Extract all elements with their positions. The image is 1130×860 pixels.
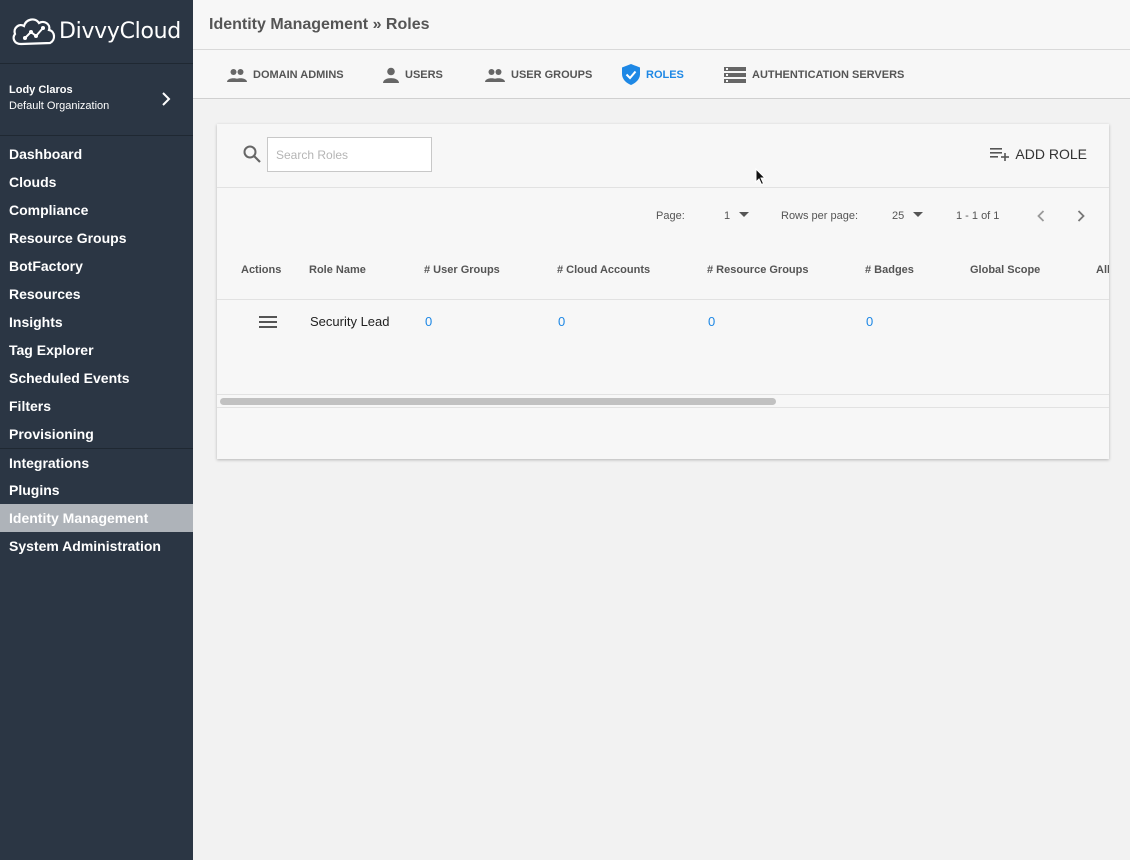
playlist-add-icon — [990, 148, 1010, 161]
col-role-name[interactable]: Role Name — [309, 264, 366, 276]
sidebar: DivvyCloud Lody Claros Default Organizat… — [0, 0, 193, 860]
roles-card: ADD ROLE Page: 1 Rows per page: 25 1 - 1… — [217, 124, 1109, 459]
roles-toolbar: ADD ROLE — [217, 124, 1109, 188]
sidebar-item-insights[interactable]: Insights — [0, 308, 193, 336]
add-role-label: ADD ROLE — [1015, 146, 1087, 162]
dropdown-caret-icon — [739, 212, 750, 217]
server-list-icon — [724, 66, 746, 83]
sidebar-item-clouds[interactable]: Clouds — [0, 168, 193, 196]
col-all[interactable]: All — [1096, 264, 1109, 276]
search-icon — [243, 145, 261, 163]
rows-per-page-label: Rows per page: — [781, 210, 859, 222]
table-row: Security Lead 0 0 0 0 — [217, 300, 1109, 344]
tab-roles[interactable]: ROLES — [622, 50, 684, 99]
tab-bar: DOMAIN ADMINS USERS USER GROUPS ROLES AU… — [193, 50, 1130, 99]
sidebar-item-resource-groups[interactable]: Resource Groups — [0, 224, 193, 252]
table-header: Actions Role Name # User Groups # Cloud … — [217, 240, 1109, 300]
people-icon — [227, 68, 247, 82]
sidebar-item-dashboard[interactable]: Dashboard — [0, 140, 193, 168]
page-range: 1 - 1 of 1 — [956, 210, 1000, 222]
col-global-scope[interactable]: Global Scope — [970, 264, 1040, 276]
sidebar-item-tag-explorer[interactable]: Tag Explorer — [0, 336, 193, 364]
page-header: Identity Management » Roles — [193, 0, 1130, 50]
cell-user-groups[interactable]: 0 — [425, 314, 432, 329]
col-actions: Actions — [241, 264, 282, 276]
person-icon — [383, 67, 399, 83]
sidebar-item-provisioning[interactable]: Provisioning — [0, 420, 193, 448]
col-badges[interactable]: # Badges — [865, 264, 914, 276]
sidebar-item-integrations[interactable]: Integrations — [0, 448, 193, 476]
sidebar-item-filters[interactable]: Filters — [0, 392, 193, 420]
sidebar-item-scheduled-events[interactable]: Scheduled Events — [0, 364, 193, 392]
sidebar-nav: Dashboard Clouds Compliance Resource Gro… — [0, 136, 193, 560]
sidebar-item-resources[interactable]: Resources — [0, 280, 193, 308]
sidebar-item-system-administration[interactable]: System Administration — [0, 532, 193, 560]
people-icon — [485, 68, 505, 82]
tab-label: USERS — [405, 68, 443, 81]
sidebar-item-identity-management[interactable]: Identity Management — [0, 504, 193, 532]
page-select[interactable]: 1 — [724, 210, 750, 222]
chevron-right-icon[interactable] — [1076, 209, 1086, 223]
tab-users[interactable]: USERS — [383, 50, 443, 99]
tab-domain-admins[interactable]: DOMAIN ADMINS — [227, 50, 344, 99]
sidebar-item-botfactory[interactable]: BotFactory — [0, 252, 193, 280]
mouse-cursor-icon — [755, 168, 767, 186]
brand-logo[interactable]: DivvyCloud — [0, 0, 193, 64]
tab-label: AUTHENTICATION SERVERS — [752, 68, 905, 81]
horizontal-scrollbar[interactable] — [217, 394, 1109, 408]
cloud-logo-icon — [12, 17, 56, 45]
col-resource-groups[interactable]: # Resource Groups — [707, 264, 808, 276]
add-role-button[interactable]: ADD ROLE — [990, 146, 1087, 162]
cell-resource-groups[interactable]: 0 — [708, 314, 715, 329]
row-actions-menu-icon[interactable] — [259, 316, 277, 328]
scrollbar-thumb[interactable] — [220, 398, 776, 405]
brand-name: DivvyCloud — [59, 19, 181, 44]
user-menu[interactable]: Lody Claros Default Organization — [0, 64, 193, 136]
search-input[interactable] — [267, 137, 432, 172]
tab-authentication-servers[interactable]: AUTHENTICATION SERVERS — [724, 50, 904, 99]
sidebar-item-compliance[interactable]: Compliance — [0, 196, 193, 224]
breadcrumb: Identity Management » Roles — [209, 16, 430, 33]
page-label: Page: — [656, 210, 685, 222]
shield-check-icon — [622, 64, 640, 85]
sidebar-item-plugins[interactable]: Plugins — [0, 476, 193, 504]
cell-role-name: Security Lead — [310, 314, 390, 329]
rows-per-page-select[interactable]: 25 — [892, 210, 924, 222]
page-value: 1 — [724, 210, 731, 222]
rows-per-page-value: 25 — [892, 210, 905, 222]
tab-label: USER GROUPS — [511, 68, 593, 81]
cell-badges[interactable]: 0 — [866, 314, 873, 329]
dropdown-caret-icon — [913, 212, 924, 217]
chevron-left-icon[interactable] — [1036, 209, 1046, 223]
chevron-right-icon[interactable] — [161, 92, 171, 106]
cell-cloud-accounts[interactable]: 0 — [558, 314, 565, 329]
pagination: Page: 1 Rows per page: 25 1 - 1 of 1 — [217, 188, 1109, 240]
col-cloud-accounts[interactable]: # Cloud Accounts — [557, 264, 650, 276]
tab-label: DOMAIN ADMINS — [253, 68, 344, 81]
tab-user-groups[interactable]: USER GROUPS — [485, 50, 592, 99]
tab-label: ROLES — [646, 68, 684, 81]
col-user-groups[interactable]: # User Groups — [424, 264, 500, 276]
